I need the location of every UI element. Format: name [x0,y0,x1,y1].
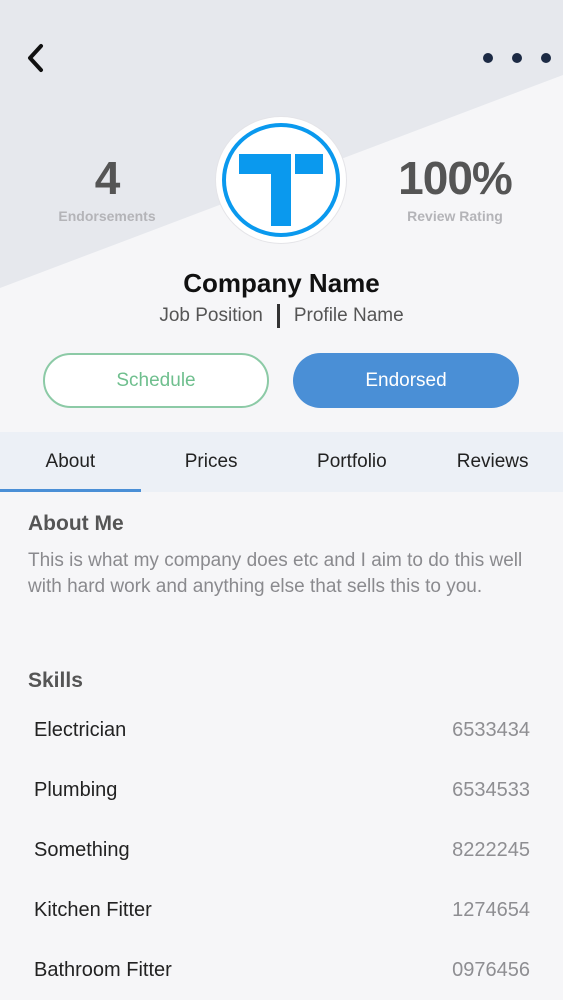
profile-name: Profile Name [293,305,404,326]
tab-about[interactable]: About [0,432,141,492]
about-description: This is what my company does etc and I a… [28,550,523,597]
skill-name: Bathroom Fitter [34,958,172,981]
back-button[interactable] [18,40,54,76]
skill-number: 6533434 [452,718,530,741]
list-item[interactable]: Plumbing 6534533 [34,760,530,820]
company-name: Company Name [183,268,380,298]
skill-name: Something [34,838,130,861]
skill-name: Plumbing [34,778,118,801]
list-item[interactable]: Electrician 6533434 [34,700,530,760]
skill-number: 8222245 [452,838,530,861]
list-item[interactable]: Kitchen Fitter 1274654 [34,880,530,940]
more-horizontal-icon [483,53,493,63]
skills-list: Electrician 6533434 Plumbing 6534533 Som… [34,700,530,1000]
tab-reviews[interactable]: Reviews [422,432,563,492]
more-dot [512,53,522,63]
endorsements-label: Endorsements [58,208,156,224]
more-options-button[interactable] [479,42,555,74]
review-rating-stat: 100% Review Rating [370,148,540,224]
profile-screen: 4 Endorsements 100% Review Rating Compan… [0,0,563,1000]
skill-number: 6534533 [452,778,530,801]
skill-name: Electrician [34,718,127,741]
company-logo-icon [222,123,340,237]
company-logo [216,117,346,243]
endorsements-count: 4 [94,152,121,204]
skill-name: Kitchen Fitter [34,898,152,921]
job-position: Job Position [159,305,263,326]
chevron-left-icon [28,44,43,72]
profile-tabs: About Prices Portfolio Reviews [0,432,563,492]
list-item[interactable]: Bathroom Fitter 0976456 [34,940,530,1000]
tab-prices[interactable]: Prices [141,432,282,492]
tab-portfolio[interactable]: Portfolio [282,432,423,492]
list-item[interactable]: Something 8222245 [34,820,530,880]
schedule-button[interactable]: Schedule [43,353,269,408]
more-dot [541,53,551,63]
review-rating-label: Review Rating [407,208,503,224]
endorsed-button[interactable]: Endorsed [293,353,519,408]
endorsements-stat: 4 Endorsements [22,148,192,224]
skill-number: 1274654 [452,898,530,921]
profile-subline: Job Position Profile Name [0,304,563,328]
about-heading: About Me [28,512,124,535]
skills-heading: Skills [28,669,83,692]
divider [276,304,280,328]
review-rating-value: 100% [398,152,513,204]
skill-number: 0976456 [452,958,530,981]
